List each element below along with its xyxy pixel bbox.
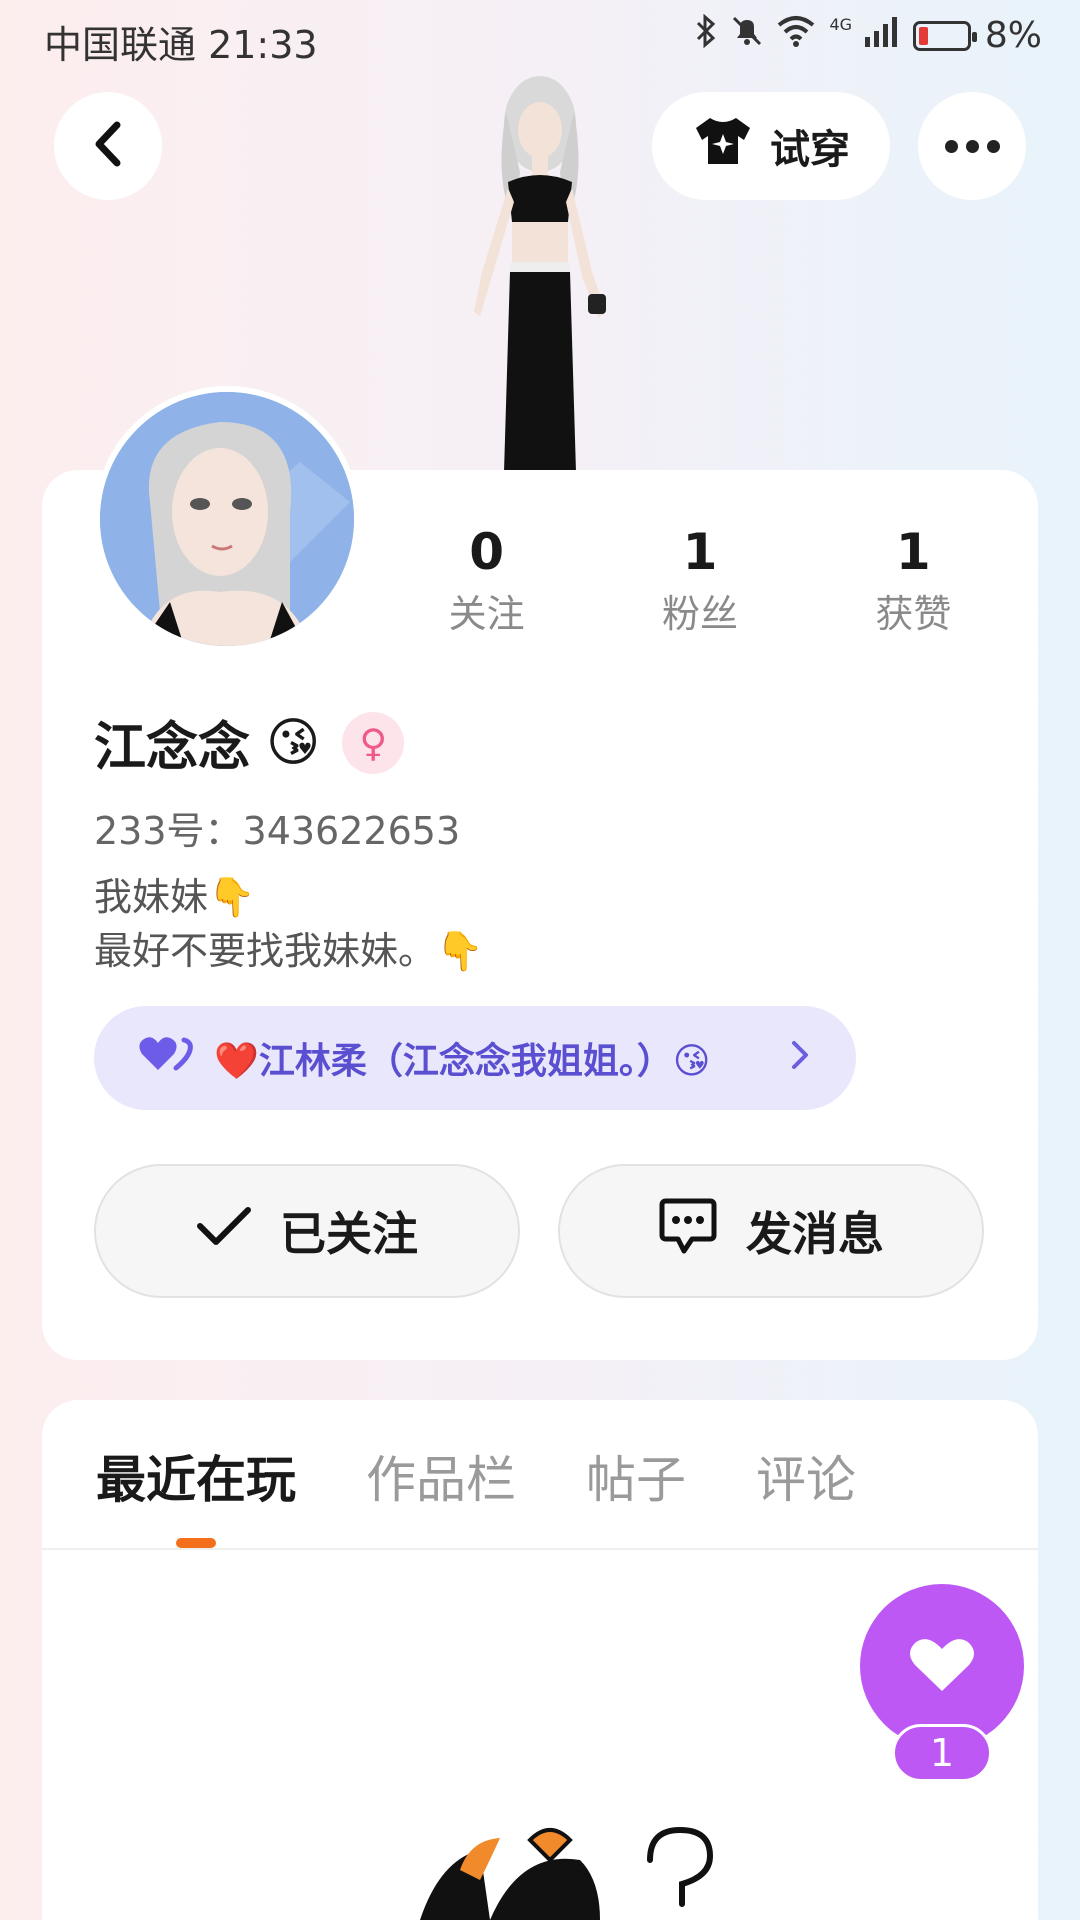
name-row: 江念念 😘 ♀: [94, 705, 405, 780]
more-button[interactable]: [918, 92, 1026, 200]
tab-recently-played[interactable]: 最近在玩: [96, 1440, 296, 1512]
carrier-time: 中国联通 21:33: [44, 23, 318, 67]
tab-comments[interactable]: 评论: [756, 1440, 856, 1512]
followed-button[interactable]: 已关注: [94, 1164, 520, 1298]
tab-posts[interactable]: 帖子: [586, 1440, 686, 1512]
mute-icon: [731, 14, 763, 57]
stat-following[interactable]: 0 关注: [380, 520, 593, 644]
send-message-label: 发消息: [746, 1207, 884, 1261]
stat-fans[interactable]: 1 粉丝: [593, 520, 806, 644]
heart-icon: [909, 1635, 975, 1697]
bluetooth-icon: [695, 13, 717, 57]
try-on-button[interactable]: 试穿: [652, 92, 890, 200]
stat-value: 0: [469, 523, 505, 581]
user-id: 233号：343622653: [94, 809, 461, 853]
stat-value: 1: [682, 523, 718, 581]
double-heart-icon: [138, 1034, 194, 1083]
active-tab-indicator: [176, 1538, 216, 1548]
try-on-label: 试穿: [770, 127, 850, 173]
like-count-badge: 1: [892, 1724, 992, 1782]
more-icon: [944, 139, 1000, 153]
stat-label: 关注: [448, 592, 525, 636]
avatar-figure-image: [474, 76, 606, 472]
shirt-icon: [692, 114, 754, 178]
followed-label: 已关注: [280, 1207, 418, 1261]
stat-value: 1: [895, 523, 931, 581]
network-label: 4G: [829, 15, 853, 34]
avatar[interactable]: [94, 386, 360, 652]
gender-female-icon: ♀: [342, 711, 405, 774]
status-bar: 中国联通 21:33 4G 8%: [0, 0, 1080, 76]
stat-label: 粉丝: [661, 592, 738, 636]
signal-icon: 4G: [829, 15, 898, 56]
name-emoji: 😘: [266, 712, 321, 773]
stat-label: 获赞: [875, 592, 952, 636]
back-icon: [91, 119, 125, 173]
tab-works[interactable]: 作品栏: [366, 1440, 516, 1512]
battery-icon: [912, 20, 977, 51]
relation-text: ❤️江林柔（江念念我姐姐。）😘: [214, 1041, 711, 1082]
back-button[interactable]: [54, 92, 162, 200]
chat-bubble-icon: [658, 1197, 718, 1266]
bio-line: 最好不要找我妹妹。👇: [94, 929, 484, 973]
tab-divider: [42, 1548, 1038, 1550]
empty-state-mascot-image: [420, 1826, 714, 1920]
relation-banner[interactable]: ❤️江林柔（江念念我姐姐。）😘: [94, 1006, 856, 1110]
status-icons: 4G 8%: [695, 13, 1042, 57]
bio-line: 我妹妹👇: [94, 875, 256, 919]
stat-likes[interactable]: 1 获赞: [807, 520, 1020, 644]
avatar-image: [100, 392, 354, 646]
user-bio: 我妹妹👇 最好不要找我妹妹。👇: [94, 870, 483, 978]
send-message-button[interactable]: 发消息: [558, 1164, 984, 1298]
wifi-icon: [777, 15, 815, 56]
chevron-right-icon: [790, 1035, 810, 1081]
check-icon: [196, 1204, 252, 1259]
user-name: 江念念: [94, 718, 251, 778]
profile-stats: 0 关注 1 粉丝 1 获赞: [380, 520, 1020, 644]
tab-bar: 最近在玩 作品栏 帖子 评论: [96, 1440, 856, 1512]
battery-percent: 8%: [984, 15, 1042, 56]
